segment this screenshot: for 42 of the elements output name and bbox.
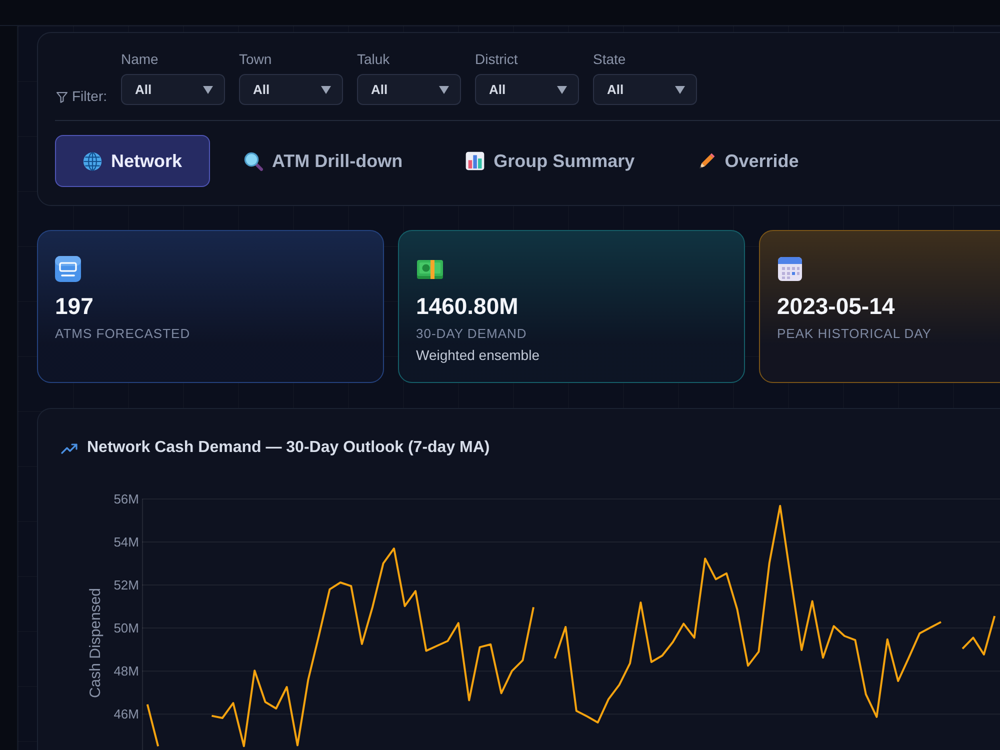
field-label: Town (239, 51, 273, 68)
field-label: District (475, 51, 519, 68)
caret-icon (675, 86, 685, 94)
tick-label: 48M (114, 664, 139, 679)
magnifier-icon (244, 152, 264, 170)
tab[interactable]: Override (668, 135, 827, 187)
filter-label: Filter: (72, 88, 107, 105)
field-label: State (593, 51, 627, 68)
stat-label: PEAK HISTORICAL DAY (777, 326, 932, 342)
dropdown[interactable]: All (239, 74, 343, 105)
tick-label: 52M (114, 578, 139, 593)
chart-title: Network Cash Demand — 30-Day Outlook (7-day MA) (87, 438, 490, 458)
field-label: Taluk (357, 51, 391, 68)
tick-label: 50M (114, 620, 139, 636)
globe-icon (83, 152, 102, 170)
dropdown[interactable]: All (475, 74, 579, 105)
stat-value: 1460.80M (416, 293, 520, 319)
dropdown[interactable]: All (357, 74, 461, 105)
funnel-icon (56, 90, 68, 102)
field-label: Name (121, 51, 160, 68)
atm-icon (55, 256, 81, 282)
tick-label: 46M (114, 706, 139, 722)
tick-label: 54M (114, 534, 139, 550)
stat-label: ATMS FORECASTED (55, 326, 192, 342)
stat-value: 197 (55, 293, 94, 319)
tab[interactable]: ATM Drill-down (216, 135, 431, 187)
stat-label: 30-DAY DEMAND (416, 326, 528, 342)
caret-icon (557, 86, 567, 94)
stat-note: Weighted ensemble (416, 347, 540, 363)
caret-icon (439, 86, 449, 94)
stat-value: 2023-05-14 (777, 293, 896, 319)
bar-chart-icon (464, 151, 485, 171)
caret-icon (321, 86, 331, 94)
trend-up-icon (61, 442, 78, 454)
dropdown[interactable]: All (121, 74, 225, 105)
axis-title: Cash Dispensed (87, 588, 104, 698)
calendar-icon (777, 256, 803, 282)
tick-label: 56M (114, 492, 139, 506)
tab[interactable]: Network (55, 135, 210, 187)
tab[interactable]: Group Summary (436, 135, 663, 187)
caret-icon (203, 86, 213, 94)
dropdown[interactable]: All (593, 74, 697, 105)
